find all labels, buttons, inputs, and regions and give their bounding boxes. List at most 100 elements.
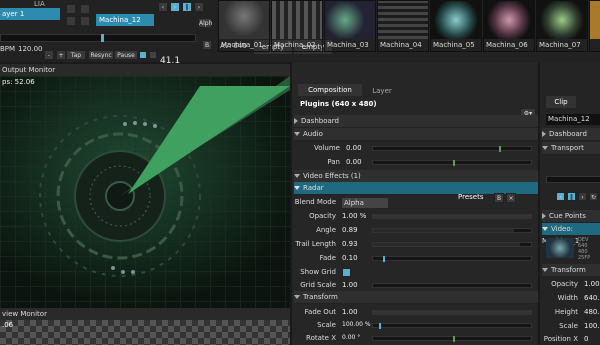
clip-thumbnail[interactable]: Machina_07 (536, 0, 588, 52)
thumbnail-label: Machina_04 (380, 41, 422, 49)
resync-button[interactable]: Resync (88, 50, 114, 60)
clip-name-field[interactable]: Machina_12 (96, 14, 154, 26)
clip-thumbnail[interactable]: Machina_03 (324, 0, 376, 52)
clip-section-transform[interactable]: Transform (542, 264, 600, 277)
fade-out-value[interactable]: 1.00 (342, 308, 358, 316)
volume-slider[interactable] (372, 146, 532, 152)
clip-loop-button[interactable]: ↻ (589, 192, 598, 201)
layer-tag-label: LIA (34, 0, 45, 8)
clip-width-value[interactable]: 640.0 (584, 294, 600, 302)
clip-play-button[interactable]: › (578, 192, 587, 201)
section-dashboard[interactable]: Dashboard (294, 115, 538, 128)
tab-clip[interactable]: Clip (546, 96, 576, 108)
transport-play-button[interactable]: › (170, 2, 180, 12)
tap-button[interactable]: Tap (66, 50, 86, 60)
thumbnail-image (590, 1, 600, 39)
pause-button[interactable]: Pause (114, 50, 138, 60)
clip-thumbnail[interactable]: Machina_05 (430, 0, 482, 52)
pan-slider[interactable] (372, 160, 532, 166)
transport-back-button[interactable]: ‹ (158, 2, 168, 12)
alpha-button[interactable]: Alph (198, 18, 212, 28)
sync-toggle-2[interactable] (150, 52, 156, 58)
fade-slider[interactable] (372, 256, 532, 262)
thumbnail-label: Machina_03 (327, 41, 369, 49)
volume-label: Volume (313, 144, 340, 152)
clip-name-field[interactable]: Machina_12 (546, 114, 600, 125)
angle-value[interactable]: 0.89 (342, 226, 358, 234)
bpm-plus-button[interactable]: + (56, 50, 66, 60)
clip-pause-button[interactable]: ‖ (567, 192, 576, 201)
clip-section-dashboard[interactable]: Dashboard (542, 128, 600, 141)
bpm-value[interactable]: 120.00 (18, 45, 43, 53)
slider-handle[interactable] (101, 34, 104, 42)
grid-scale-value[interactable]: 1.00 (342, 281, 358, 289)
clip-section-transport[interactable]: Transport (542, 142, 600, 155)
sync-toggle[interactable] (140, 52, 146, 58)
thumbnail-label: Machina_01 (221, 41, 263, 49)
clip-thumbnail[interactable]: Machina_01 (218, 0, 270, 52)
collapse-arrow-icon (542, 213, 546, 219)
clip-thumbnail[interactable]: Machina_06 (483, 0, 535, 52)
tab-layer[interactable]: Layer (364, 86, 400, 96)
clip-section-cue-points[interactable]: Cue Points (542, 210, 600, 223)
preset-x-button[interactable]: × (506, 193, 516, 203)
section-audio[interactable]: Audio (294, 128, 538, 141)
rotate-x-slider[interactable] (372, 336, 532, 342)
section-label: Audio (303, 130, 323, 138)
section-label: Dashboard (301, 117, 339, 125)
presets-button[interactable]: Presets (458, 193, 483, 201)
radar-visual (0, 76, 290, 308)
clip-play-back-button[interactable]: ‹ (556, 192, 565, 201)
clip-height-value[interactable]: 480.0 (584, 308, 600, 316)
transport-forward-button[interactable]: › (194, 2, 204, 12)
thumbnail-label: Machina_05 (433, 41, 475, 49)
layer-button-4[interactable] (80, 16, 90, 26)
clip-thumbnail[interactable]: Machina_02 (271, 0, 323, 52)
preset-b-button[interactable]: B (494, 193, 504, 203)
show-grid-checkbox[interactable] (342, 268, 351, 277)
layer-name-field[interactable]: ayer 1 (0, 8, 60, 20)
bpm-minus-button[interactable]: - (44, 50, 54, 60)
thumbnail-image (537, 1, 587, 39)
output-monitor: ps: 52.06 (0, 76, 290, 308)
b-button[interactable]: B (202, 40, 212, 50)
layer-position-slider[interactable] (0, 34, 196, 42)
trail-length-slider[interactable] (372, 242, 532, 247)
clip-opacity-value[interactable]: 1.00 (584, 280, 600, 288)
fade-out-label: Fade Out (304, 308, 336, 316)
clip-thumbnail[interactable] (589, 0, 600, 52)
fade-out-slider[interactable] (372, 310, 532, 315)
clip-info-fps: 25FP (578, 255, 591, 261)
scale-slider[interactable] (372, 323, 532, 329)
transport-pause-button[interactable]: ‖ (182, 2, 192, 12)
preview-fps-readout: .06 (2, 321, 14, 329)
clip-posx-value[interactable]: 0 (584, 335, 588, 343)
layer-button-3[interactable] (66, 16, 76, 26)
thumbnail-image (219, 1, 269, 39)
slider-marker (383, 256, 385, 262)
clip-transport-slider[interactable] (546, 176, 600, 183)
tab-composition[interactable]: Composition (298, 84, 362, 96)
grid-scale-slider[interactable] (372, 283, 532, 288)
rotate-x-value[interactable]: 0.00 ° (342, 334, 360, 341)
clip-section-video[interactable]: Video: Machina_1 (542, 223, 600, 245)
angle-label: Angle (316, 226, 336, 234)
volume-value[interactable]: 0.00 (346, 144, 362, 152)
fade-value[interactable]: 0.10 (342, 254, 358, 262)
clip-scale-value[interactable]: 100.0 (584, 322, 600, 330)
section-transform[interactable]: Transform (294, 291, 538, 304)
blend-mode-select[interactable]: Alpha (342, 198, 388, 208)
scale-value[interactable]: 100.00 % (342, 321, 371, 328)
clip-thumbnail[interactable]: Machina_04 (377, 0, 429, 52)
expand-arrow-icon (294, 295, 300, 299)
clip-width-label: Width (557, 294, 578, 302)
trail-length-value[interactable]: 0.93 (342, 240, 358, 248)
thumbnail-image (484, 1, 534, 39)
section-label: Transport (551, 144, 584, 152)
angle-slider[interactable] (372, 228, 532, 233)
pan-value[interactable]: 0.00 (346, 158, 362, 166)
layer-button-1[interactable] (66, 4, 76, 14)
opacity-slider[interactable] (372, 214, 532, 219)
layer-button-2[interactable] (80, 4, 90, 14)
opacity-value[interactable]: 1.00 % (342, 212, 366, 220)
